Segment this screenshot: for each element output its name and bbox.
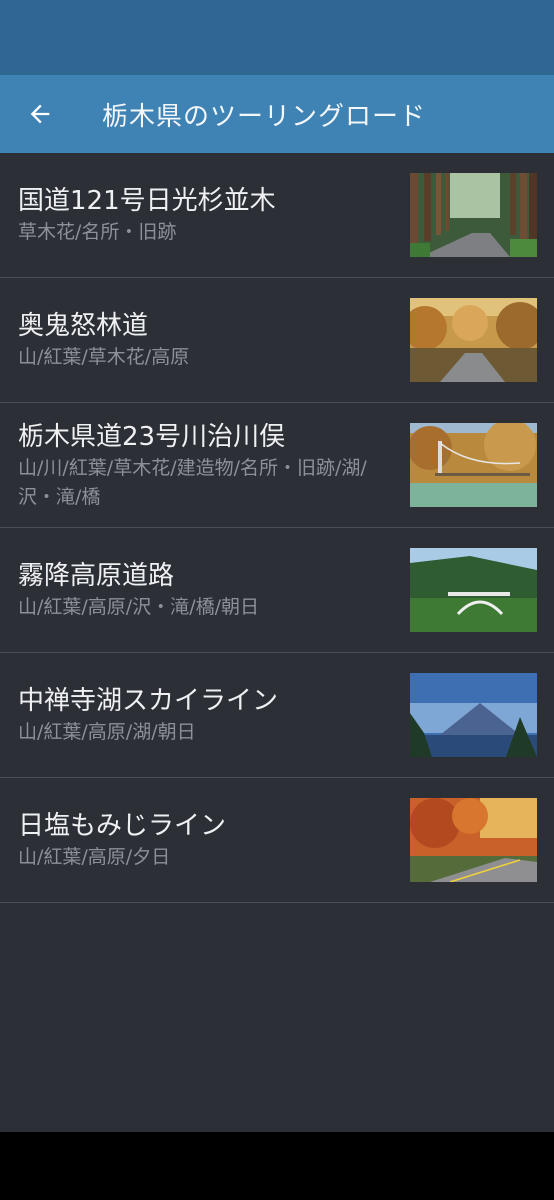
list-item[interactable]: 奥鬼怒林道 山/紅葉/草木花/高原: [0, 278, 554, 403]
road-title: 霧降高原道路: [18, 561, 175, 591]
road-title: 日塩もみじライン: [18, 811, 227, 841]
list-item[interactable]: 国道121号日光杉並木 草木花/名所・旧跡: [0, 153, 554, 278]
autumn-maple-road-thumbnail: [410, 798, 537, 882]
autumn-forest-road-thumbnail: [410, 298, 537, 382]
list-item[interactable]: 霧降高原道路 山/紅葉/高原/沢・滝/橋/朝日: [0, 528, 554, 653]
back-button[interactable]: [20, 94, 60, 134]
status-bar: [0, 0, 554, 75]
mountain-lake-thumbnail: [410, 673, 537, 757]
road-title: 国道121号日光杉並木: [18, 186, 276, 216]
system-nav-bar: [0, 1132, 554, 1200]
road-tags: 草木花/名所・旧跡: [18, 221, 177, 243]
road-tags: 山/川/紅葉/草木花/建造物/名所・旧跡/湖/沢・滝/橋: [18, 456, 367, 508]
road-title: 中禅寺湖スカイライン: [18, 686, 279, 716]
road-tags: 山/紅葉/草木花/高原: [18, 346, 190, 368]
road-tags: 山/紅葉/高原/沢・滝/橋/朝日: [18, 596, 260, 618]
list-item[interactable]: 中禅寺湖スカイライン 山/紅葉/高原/湖/朝日: [0, 653, 554, 778]
suspension-bridge-thumbnail: [410, 423, 537, 507]
app-bar: 栃木県のツーリングロード: [0, 75, 554, 153]
page-title: 栃木県のツーリングロード: [102, 101, 427, 132]
road-tags: 山/紅葉/高原/夕日: [18, 846, 171, 868]
road-title: 奥鬼怒林道: [18, 311, 149, 341]
arch-bridge-thumbnail: [410, 548, 537, 632]
road-list: 国道121号日光杉並木 草木花/名所・旧跡 奥鬼怒林道 山/紅葉/草木花/高原 …: [0, 153, 554, 903]
list-item[interactable]: 栃木県道23号川治川俣 山/川/紅葉/草木花/建造物/名所・旧跡/湖/沢・滝/橋: [0, 403, 554, 528]
arrow-left-icon: [30, 104, 50, 124]
road-title: 栃木県道23号川治川俣: [18, 421, 286, 452]
cedar-avenue-thumbnail: [410, 173, 537, 257]
list-item[interactable]: 日塩もみじライン 山/紅葉/高原/夕日: [0, 778, 554, 903]
road-tags: 山/紅葉/高原/湖/朝日: [18, 721, 196, 743]
